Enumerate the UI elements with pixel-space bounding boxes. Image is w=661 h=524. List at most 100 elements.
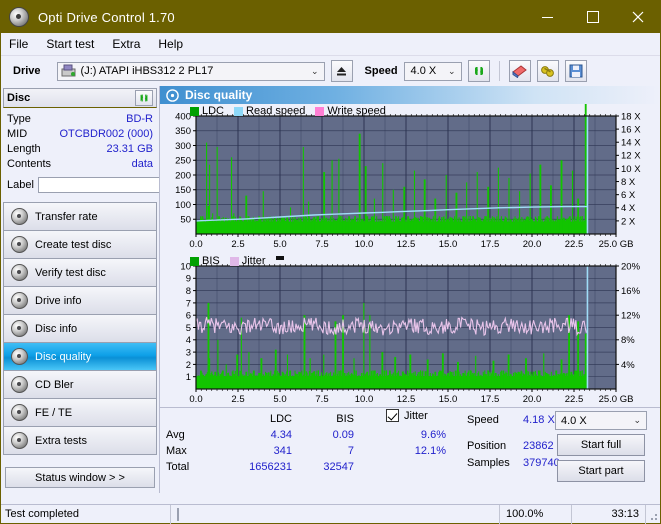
sidebar-item-transfer-rate[interactable]: Transfer rate <box>4 203 156 231</box>
stats-panel: LDC BIS Avg 4.34 0.09 9.6% Max 341 7 12.… <box>160 407 660 486</box>
svg-text:7.5: 7.5 <box>315 239 328 250</box>
svg-text:100: 100 <box>175 200 191 211</box>
svg-text:25.0 GB: 25.0 GB <box>599 394 634 405</box>
menu-extra[interactable]: Extra <box>112 37 140 51</box>
svg-text:8 X: 8 X <box>621 177 636 188</box>
disc-refresh-button[interactable] <box>135 90 153 106</box>
svg-text:6 X: 6 X <box>621 190 636 201</box>
start-full-button[interactable]: Start full <box>557 434 645 456</box>
disc-field-length: Length 23.31 GB <box>7 142 153 157</box>
svg-text:9: 9 <box>186 274 191 285</box>
svg-text:2 X: 2 X <box>621 216 636 227</box>
legend-label-write-speed: Write speed <box>327 105 386 117</box>
menu-start-test[interactable]: Start test <box>46 37 94 51</box>
test-speed-select[interactable]: 4.0 X ⌄ <box>555 411 647 430</box>
disc-icon <box>11 404 28 421</box>
disc-icon <box>11 348 28 365</box>
stats-header-bis: BIS <box>336 413 354 425</box>
run-position-label: Position <box>467 440 507 452</box>
sidebar-item-fe-te[interactable]: FE / TE <box>4 399 156 427</box>
stats-row-label: Max <box>166 445 187 457</box>
save-icon <box>569 64 583 78</box>
jitter-label: Jitter <box>404 409 428 422</box>
disc-icon <box>11 208 28 225</box>
svg-text:14 X: 14 X <box>621 138 641 149</box>
bis-legend: BIS Jitter <box>190 255 284 267</box>
sidebar: Disc Type BD-R MID OTCBDR002 (000) Lengt… <box>1 86 240 493</box>
legend-swatch-ldc <box>190 106 199 116</box>
svg-text:15.0: 15.0 <box>439 394 458 405</box>
svg-text:4%: 4% <box>621 360 635 371</box>
svg-text:12 X: 12 X <box>621 151 641 162</box>
disc-field-mid: MID OTCBDR002 (000) <box>7 127 153 142</box>
svg-text:2.5: 2.5 <box>231 239 244 250</box>
content-pane: Disc quality LDC Read speed Write speed … <box>159 86 660 493</box>
svg-text:25.0 GB: 25.0 GB <box>599 239 634 250</box>
svg-text:1: 1 <box>186 372 191 383</box>
svg-text:10.0: 10.0 <box>355 394 374 405</box>
sidebar-item-extra-tests[interactable]: Extra tests <box>4 427 156 455</box>
sidebar-label: FE / TE <box>35 406 73 419</box>
run-speed-label: Speed <box>467 414 499 426</box>
svg-text:6: 6 <box>186 311 191 322</box>
drive-icon <box>61 64 76 77</box>
progress-percent: 100.0% <box>500 504 572 524</box>
status-window-button[interactable]: Status window > > <box>5 467 155 488</box>
refresh-button[interactable] <box>467 60 490 82</box>
sidebar-item-verify-test-disc[interactable]: Verify test disc <box>4 259 156 287</box>
sidebar-item-drive-info[interactable]: Drive info <box>4 287 156 315</box>
disc-length-value: 23.31 GB <box>106 143 153 155</box>
start-part-button[interactable]: Start part <box>557 460 645 482</box>
plug-button[interactable] <box>536 60 559 82</box>
title-bar: Opti Drive Control 1.70 <box>1 1 660 33</box>
legend-swatch-write-speed <box>315 106 325 116</box>
svg-text:22.5: 22.5 <box>565 394 584 405</box>
speed-label: Speed <box>364 65 398 77</box>
app-window: Opti Drive Control 1.70 File Start test … <box>0 0 661 524</box>
svg-text:250: 250 <box>175 156 191 167</box>
speed-value: 4.0 X <box>410 65 437 77</box>
jitter-checkbox[interactable] <box>386 409 399 422</box>
minimize-button[interactable] <box>525 1 570 33</box>
resize-grip[interactable] <box>646 505 660 524</box>
toolbar-divider <box>498 61 500 81</box>
sidebar-item-disc-info[interactable]: Disc info <box>4 315 156 343</box>
sidebar-item-create-test-disc[interactable]: Create test disc <box>4 231 156 259</box>
stats-avg-jitter: 9.6% <box>420 429 446 441</box>
disc-icon <box>9 7 29 27</box>
run-samples-value: 379740 <box>523 457 560 469</box>
stats-avg-bis: 0.09 <box>332 429 354 441</box>
svg-text:20.0: 20.0 <box>523 239 542 250</box>
sidebar-item-disc-quality[interactable]: Disc quality <box>4 343 156 371</box>
speed-select[interactable]: 4.0 X ⌄ <box>403 61 462 81</box>
disc-icon <box>11 264 28 281</box>
sidebar-item-cd-bler[interactable]: CD Bler <box>4 371 156 399</box>
svg-text:400: 400 <box>175 111 191 122</box>
disc-mid-label: MID <box>7 128 28 140</box>
disc-label-label: Label <box>7 178 34 191</box>
erase-button[interactable] <box>508 60 531 82</box>
jitter-toggle[interactable]: Jitter <box>386 409 428 422</box>
disc-icon <box>11 236 28 253</box>
menu-file[interactable]: File <box>9 37 28 51</box>
svg-text:20%: 20% <box>621 261 641 272</box>
svg-text:4 X: 4 X <box>621 203 636 214</box>
stats-row-label: Avg <box>166 429 185 441</box>
eject-button[interactable] <box>330 60 353 82</box>
svg-text:8: 8 <box>186 286 191 297</box>
refresh-icon <box>140 94 148 102</box>
disc-type-value: BD-R <box>126 113 153 125</box>
run-speed-value: 4.18 X <box>523 414 555 426</box>
maximize-button[interactable] <box>570 1 615 33</box>
run-samples-label: Samples <box>467 457 510 469</box>
save-button[interactable] <box>564 60 587 82</box>
nav-list: Transfer rate Create test disc Verify te… <box>3 202 157 455</box>
stats-total-bis: 32547 <box>323 461 354 473</box>
menu-help[interactable]: Help <box>158 37 183 51</box>
close-button[interactable] <box>615 1 660 33</box>
bis-jitter-chart: BIS Jitter 10 9 8 7 6 5 4 3 2 1 20% 16% 12% 8% 4% 0.0 2.… <box>160 254 660 409</box>
progress-bar <box>171 504 500 524</box>
sidebar-label: Create test disc <box>35 238 112 251</box>
drive-select[interactable]: (J:) ATAPI iHBS312 2 PL17 ⌄ <box>56 61 325 81</box>
svg-text:2: 2 <box>186 360 191 371</box>
